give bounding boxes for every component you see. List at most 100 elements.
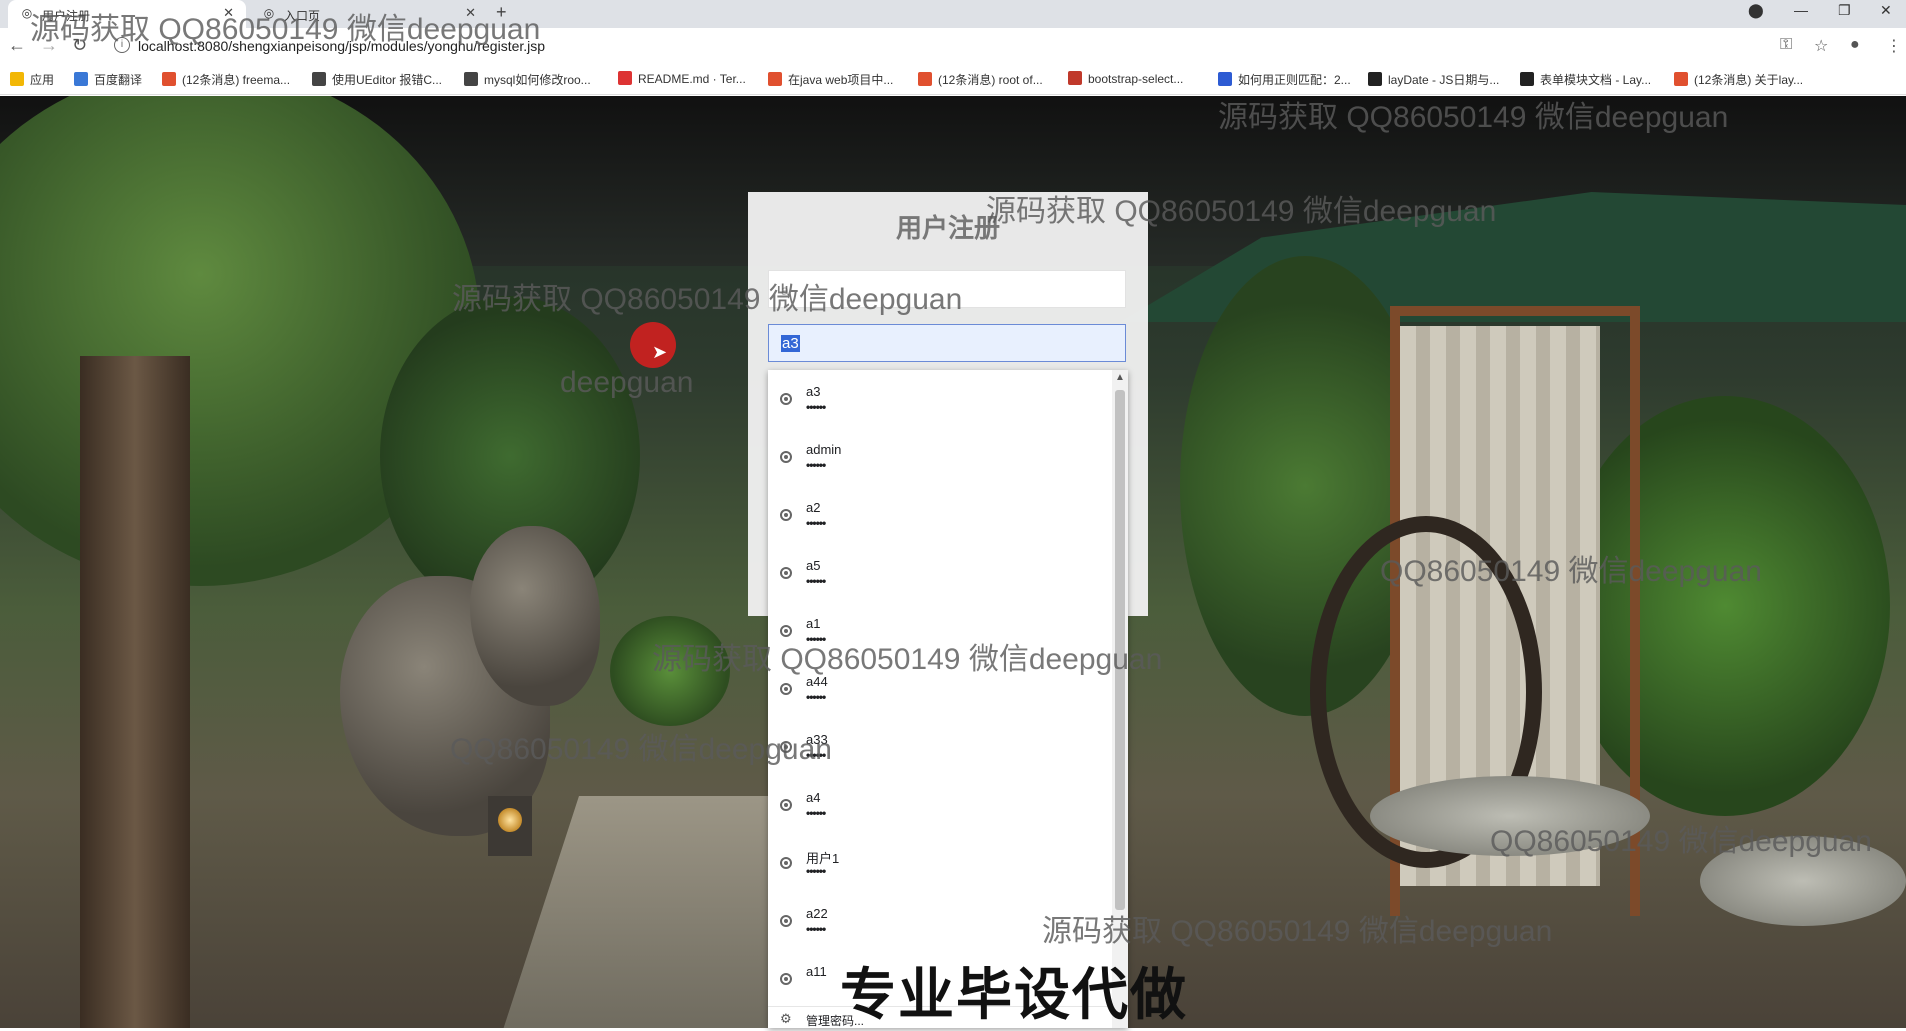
tab-register[interactable]: ◎ 用户注册 ✕ [8,0,246,28]
bookmark-label: (12条消息) 关于lay... [1694,73,1804,87]
cursor-icon: ➤ [652,342,668,362]
autofill-item[interactable]: a2 •••••• [768,486,1110,544]
autofill-password: •••••• [806,574,826,588]
bookmark-item[interactable]: 在java web项目中... [768,71,893,88]
reload-icon[interactable]: ↻ [72,35,87,56]
scroll-up-icon[interactable]: ▲ [1112,372,1128,383]
bookmark-item[interactable]: 应用 [10,71,54,88]
bookmark-item[interactable]: (12条消息) freema... [162,71,290,88]
globe-icon: ◎ [263,6,275,20]
bookmarks-bar: 应用 百度翻译 (12条消息) freema... 使用UEditor 报错C... m… [0,64,1906,95]
bookmark-favicon-icon [74,72,88,86]
autofill-item[interactable]: 用户1 •••••• [768,834,1110,892]
key-icon [780,799,792,811]
key-icon [780,915,792,927]
autofill-password: •••••• [806,806,826,820]
autofill-item[interactable]: a44 •••••• [768,660,1110,718]
dropdown-scrollbar[interactable]: ▲ [1112,370,1128,1028]
bookmark-item[interactable]: bootstrap-select... [1068,71,1183,86]
autofill-password: •••••• [806,748,826,762]
autofill-password: •••••• [806,400,826,414]
apps-icon [10,72,24,86]
bookmark-label: layDate - JS日期与... [1388,73,1500,87]
star-icon[interactable]: ☆ [1814,36,1828,56]
scroll-thumb[interactable] [1115,390,1125,910]
bookmark-favicon-icon [162,72,176,86]
username-value: a3 [781,335,800,352]
bookmark-item[interactable]: 表单模块文档 - Lay... [1520,71,1651,88]
bookmark-label: 使用UEditor 报错C... [332,73,443,87]
new-tab-button[interactable]: + [496,2,507,23]
key-icon [780,509,792,521]
autofill-username: a22 [806,906,828,921]
account-input[interactable]: a [768,270,1126,308]
site-info-icon[interactable]: i [114,37,130,53]
table [1700,836,1906,926]
tab-title: 入口页 [284,9,321,23]
autofill-item[interactable]: a1 •••••• [768,602,1110,660]
bookmark-favicon-icon [1068,71,1082,85]
autofill-item[interactable]: a33 •••••• [768,718,1110,776]
autofill-username: a1 [806,616,821,631]
bookmark-item[interactable]: layDate - JS日期与... [1368,71,1499,88]
minimize-button[interactable]: — [1794,2,1808,18]
bookmark-item[interactable]: mysql如何修改roo... [464,71,591,88]
autofill-item[interactable]: a22 •••••• [768,892,1110,950]
bookmark-label: 在java web项目中... [788,73,894,87]
bookmark-item[interactable]: 使用UEditor 报错C... [312,71,442,88]
bookmark-favicon-icon [1674,72,1688,86]
autofill-password: •••••• [806,690,826,704]
bookmark-item[interactable]: (12条消息) 关于lay... [1674,71,1803,88]
shrub [610,616,730,726]
bookmark-favicon-icon [464,72,478,86]
bookmark-label: bootstrap-select... [1088,72,1184,86]
tab-strip: ◎ 用户注册 ✕ ◎ 入口页 ✕ + ⬤ — ❐ ✕ [0,0,1906,28]
tree-trunk [80,356,190,1028]
bookmark-label: README.md · Ter... [638,72,746,86]
address-bar[interactable]: i localhost:8080/shengxianpeisong/jsp/mo… [104,34,1744,58]
autofill-username: a4 [806,790,821,805]
profile-menu-icon[interactable]: ⬤ [1748,2,1764,19]
bookmark-favicon-icon [918,72,932,86]
autofill-password: •••••• [806,458,826,472]
autofill-item[interactable]: admin •••••• [768,428,1110,486]
url-text: localhost:8080/shengxianpeisong/jsp/modu… [138,38,546,54]
key-icon[interactable]: ⚿ [1780,36,1792,54]
key-icon [780,683,792,695]
bookmark-label: 表单模块文档 - Lay... [1540,73,1652,87]
forward-icon[interactable]: → [40,35,58,56]
bookmark-favicon-icon [312,72,326,86]
autofill-password: •••••• [806,922,826,936]
autofill-item[interactable]: a3 •••••• [768,370,1110,428]
menu-icon[interactable]: ⋮ [1886,36,1902,56]
close-tab-icon[interactable]: ✕ [223,5,234,21]
autofill-username: a44 [806,674,828,689]
bookmark-item[interactable]: 百度翻译 [74,71,142,88]
autofill-item[interactable]: a5 •••••• [768,544,1110,602]
bookmark-item[interactable]: README.md · Ter... [618,71,746,86]
autofill-item[interactable]: a4 •••••• [768,776,1110,834]
bookmark-item[interactable]: 如何用正则匹配：2... [1218,71,1351,88]
key-icon [780,451,792,463]
bookmark-label: mysql如何修改roo... [484,73,591,87]
key-icon [780,393,792,405]
bookmark-label: (12条消息) root of... [938,73,1043,87]
key-icon [780,567,792,579]
bookmark-favicon-icon [1218,72,1232,86]
globe-icon: ◎ [21,6,33,20]
key-icon [780,625,792,637]
autofill-password: •••••• [806,864,826,878]
window-close-button[interactable]: ✕ [1880,2,1892,19]
close-tab-icon[interactable]: ✕ [465,5,476,21]
back-icon[interactable]: ← [8,35,26,56]
username-input[interactable]: a3 [768,324,1126,362]
tab-entry[interactable]: ◎ 入口页 ✕ [250,0,488,28]
promo-banner: 专业毕设代做 [840,963,1188,1026]
autofill-password: •••••• [806,516,826,530]
bookmark-label: (12条消息) freema... [182,73,291,87]
avatar[interactable]: ● [1850,36,1860,54]
restore-button[interactable]: ❐ [1838,2,1851,19]
autofill-username: a11 [806,964,827,979]
bookmark-item[interactable]: (12条消息) root of... [918,71,1043,88]
bookmark-label: 如何用正则匹配：2... [1238,73,1351,87]
